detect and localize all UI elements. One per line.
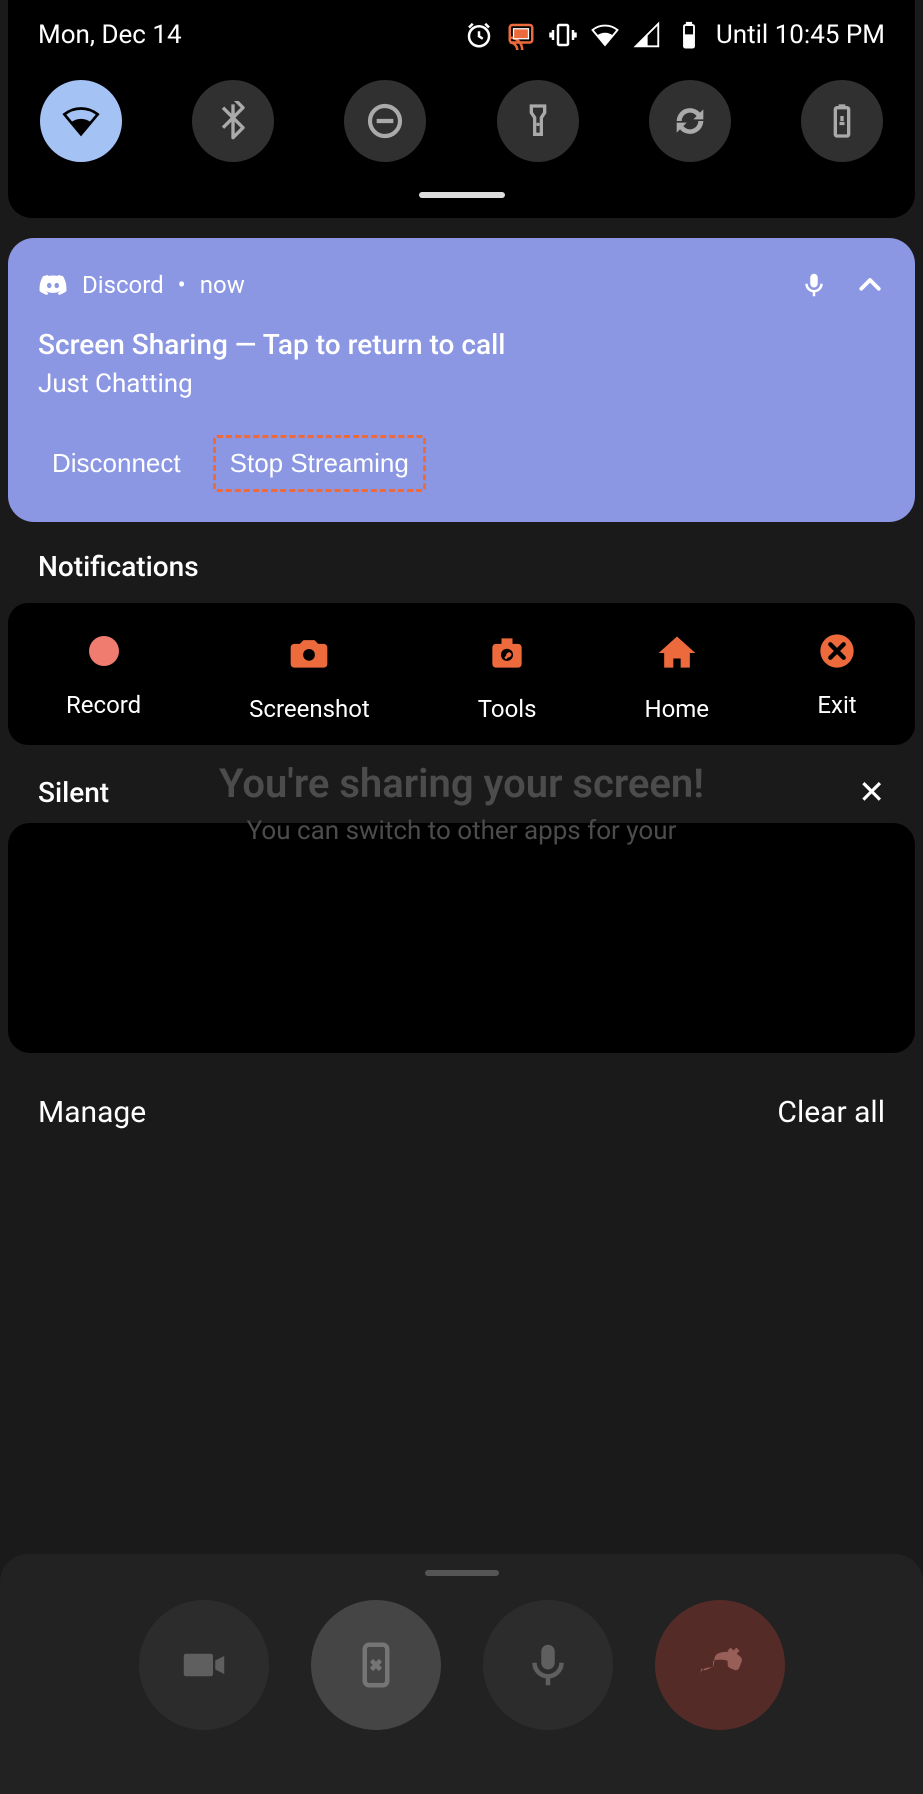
notification-header: Discord • now — [38, 270, 885, 300]
bg-sharing-title: You're sharing your screen! — [0, 760, 923, 807]
cast-icon — [506, 20, 536, 50]
bg-sharing-sub: You can switch to other apps for your — [0, 816, 923, 846]
disconnect-button[interactable]: Disconnect — [38, 435, 195, 492]
alarm-icon — [464, 20, 494, 50]
manage-button[interactable]: Manage — [38, 1095, 146, 1130]
hangup-button[interactable] — [655, 1600, 785, 1730]
tile-flashlight[interactable] — [497, 80, 579, 162]
tile-battery-saver[interactable] — [801, 80, 883, 162]
mic-off-icon — [521, 1638, 575, 1692]
wifi-icon — [590, 20, 620, 50]
quick-settings-panel: Mon, Dec 14 Until 10:45 PM — [8, 0, 915, 218]
vibrate-icon — [548, 20, 578, 50]
tile-autorotate[interactable] — [649, 80, 731, 162]
tile-dnd[interactable] — [344, 80, 426, 162]
notification-app-name: Discord — [82, 271, 164, 299]
notification-subtitle: Just Chatting — [38, 369, 885, 399]
home-icon — [655, 631, 699, 681]
notification-sep: • — [178, 271, 186, 299]
collapse-icon[interactable] — [855, 270, 885, 300]
toolbar-screenshot[interactable]: Screenshot — [249, 631, 370, 723]
status-icons: Until 10:45 PM — [464, 20, 885, 50]
tools-icon — [485, 631, 529, 681]
mute-button[interactable] — [483, 1600, 613, 1730]
stop-streaming-button[interactable]: Stop Streaming — [213, 435, 426, 492]
hangup-icon — [693, 1638, 747, 1692]
exit-icon — [817, 631, 857, 677]
notification-actions: Disconnect Stop Streaming — [38, 435, 885, 492]
tools-label: Tools — [478, 695, 537, 723]
tile-wifi[interactable] — [40, 80, 122, 162]
call-bar — [0, 1554, 923, 1794]
shade-footer: Manage Clear all — [38, 1095, 885, 1130]
camera-icon — [287, 631, 331, 681]
notification-discord[interactable]: Discord • now Screen Sharing — Tap to re… — [8, 238, 915, 522]
discord-icon — [38, 270, 68, 300]
section-notifications: Notifications — [38, 550, 923, 583]
screenshot-label: Screenshot — [249, 695, 370, 723]
recorder-toolbar: Record Screenshot Tools Home Exit — [8, 603, 915, 745]
call-bar-handle[interactable] — [425, 1570, 499, 1576]
toolbar-record[interactable]: Record — [66, 631, 141, 723]
video-icon — [177, 1638, 231, 1692]
dnd-until: Until 10:45 PM — [716, 20, 885, 50]
toolbar-exit[interactable]: Exit — [817, 631, 857, 723]
record-icon — [84, 631, 124, 677]
mic-icon[interactable] — [799, 270, 829, 300]
record-label: Record — [66, 691, 141, 719]
clear-all-button[interactable]: Clear all — [777, 1095, 885, 1130]
notification-title: Screen Sharing — Tap to return to call — [38, 328, 885, 361]
battery-icon — [674, 20, 704, 50]
signal-icon — [632, 20, 662, 50]
toolbar-tools[interactable]: Tools — [478, 631, 537, 723]
phone-stop-icon — [349, 1638, 403, 1692]
panel-drag-handle[interactable] — [419, 192, 505, 198]
tile-bluetooth[interactable] — [192, 80, 274, 162]
camera-toggle-button[interactable] — [139, 1600, 269, 1730]
status-date: Mon, Dec 14 — [38, 20, 182, 50]
exit-label: Exit — [817, 691, 856, 719]
quick-tiles-row — [38, 80, 885, 192]
stop-share-button[interactable] — [311, 1600, 441, 1730]
toolbar-home[interactable]: Home — [644, 631, 709, 723]
notification-time: now — [200, 271, 245, 299]
home-label: Home — [644, 695, 709, 723]
status-bar: Mon, Dec 14 Until 10:45 PM — [38, 20, 885, 50]
silent-notification-card[interactable] — [8, 823, 915, 1053]
